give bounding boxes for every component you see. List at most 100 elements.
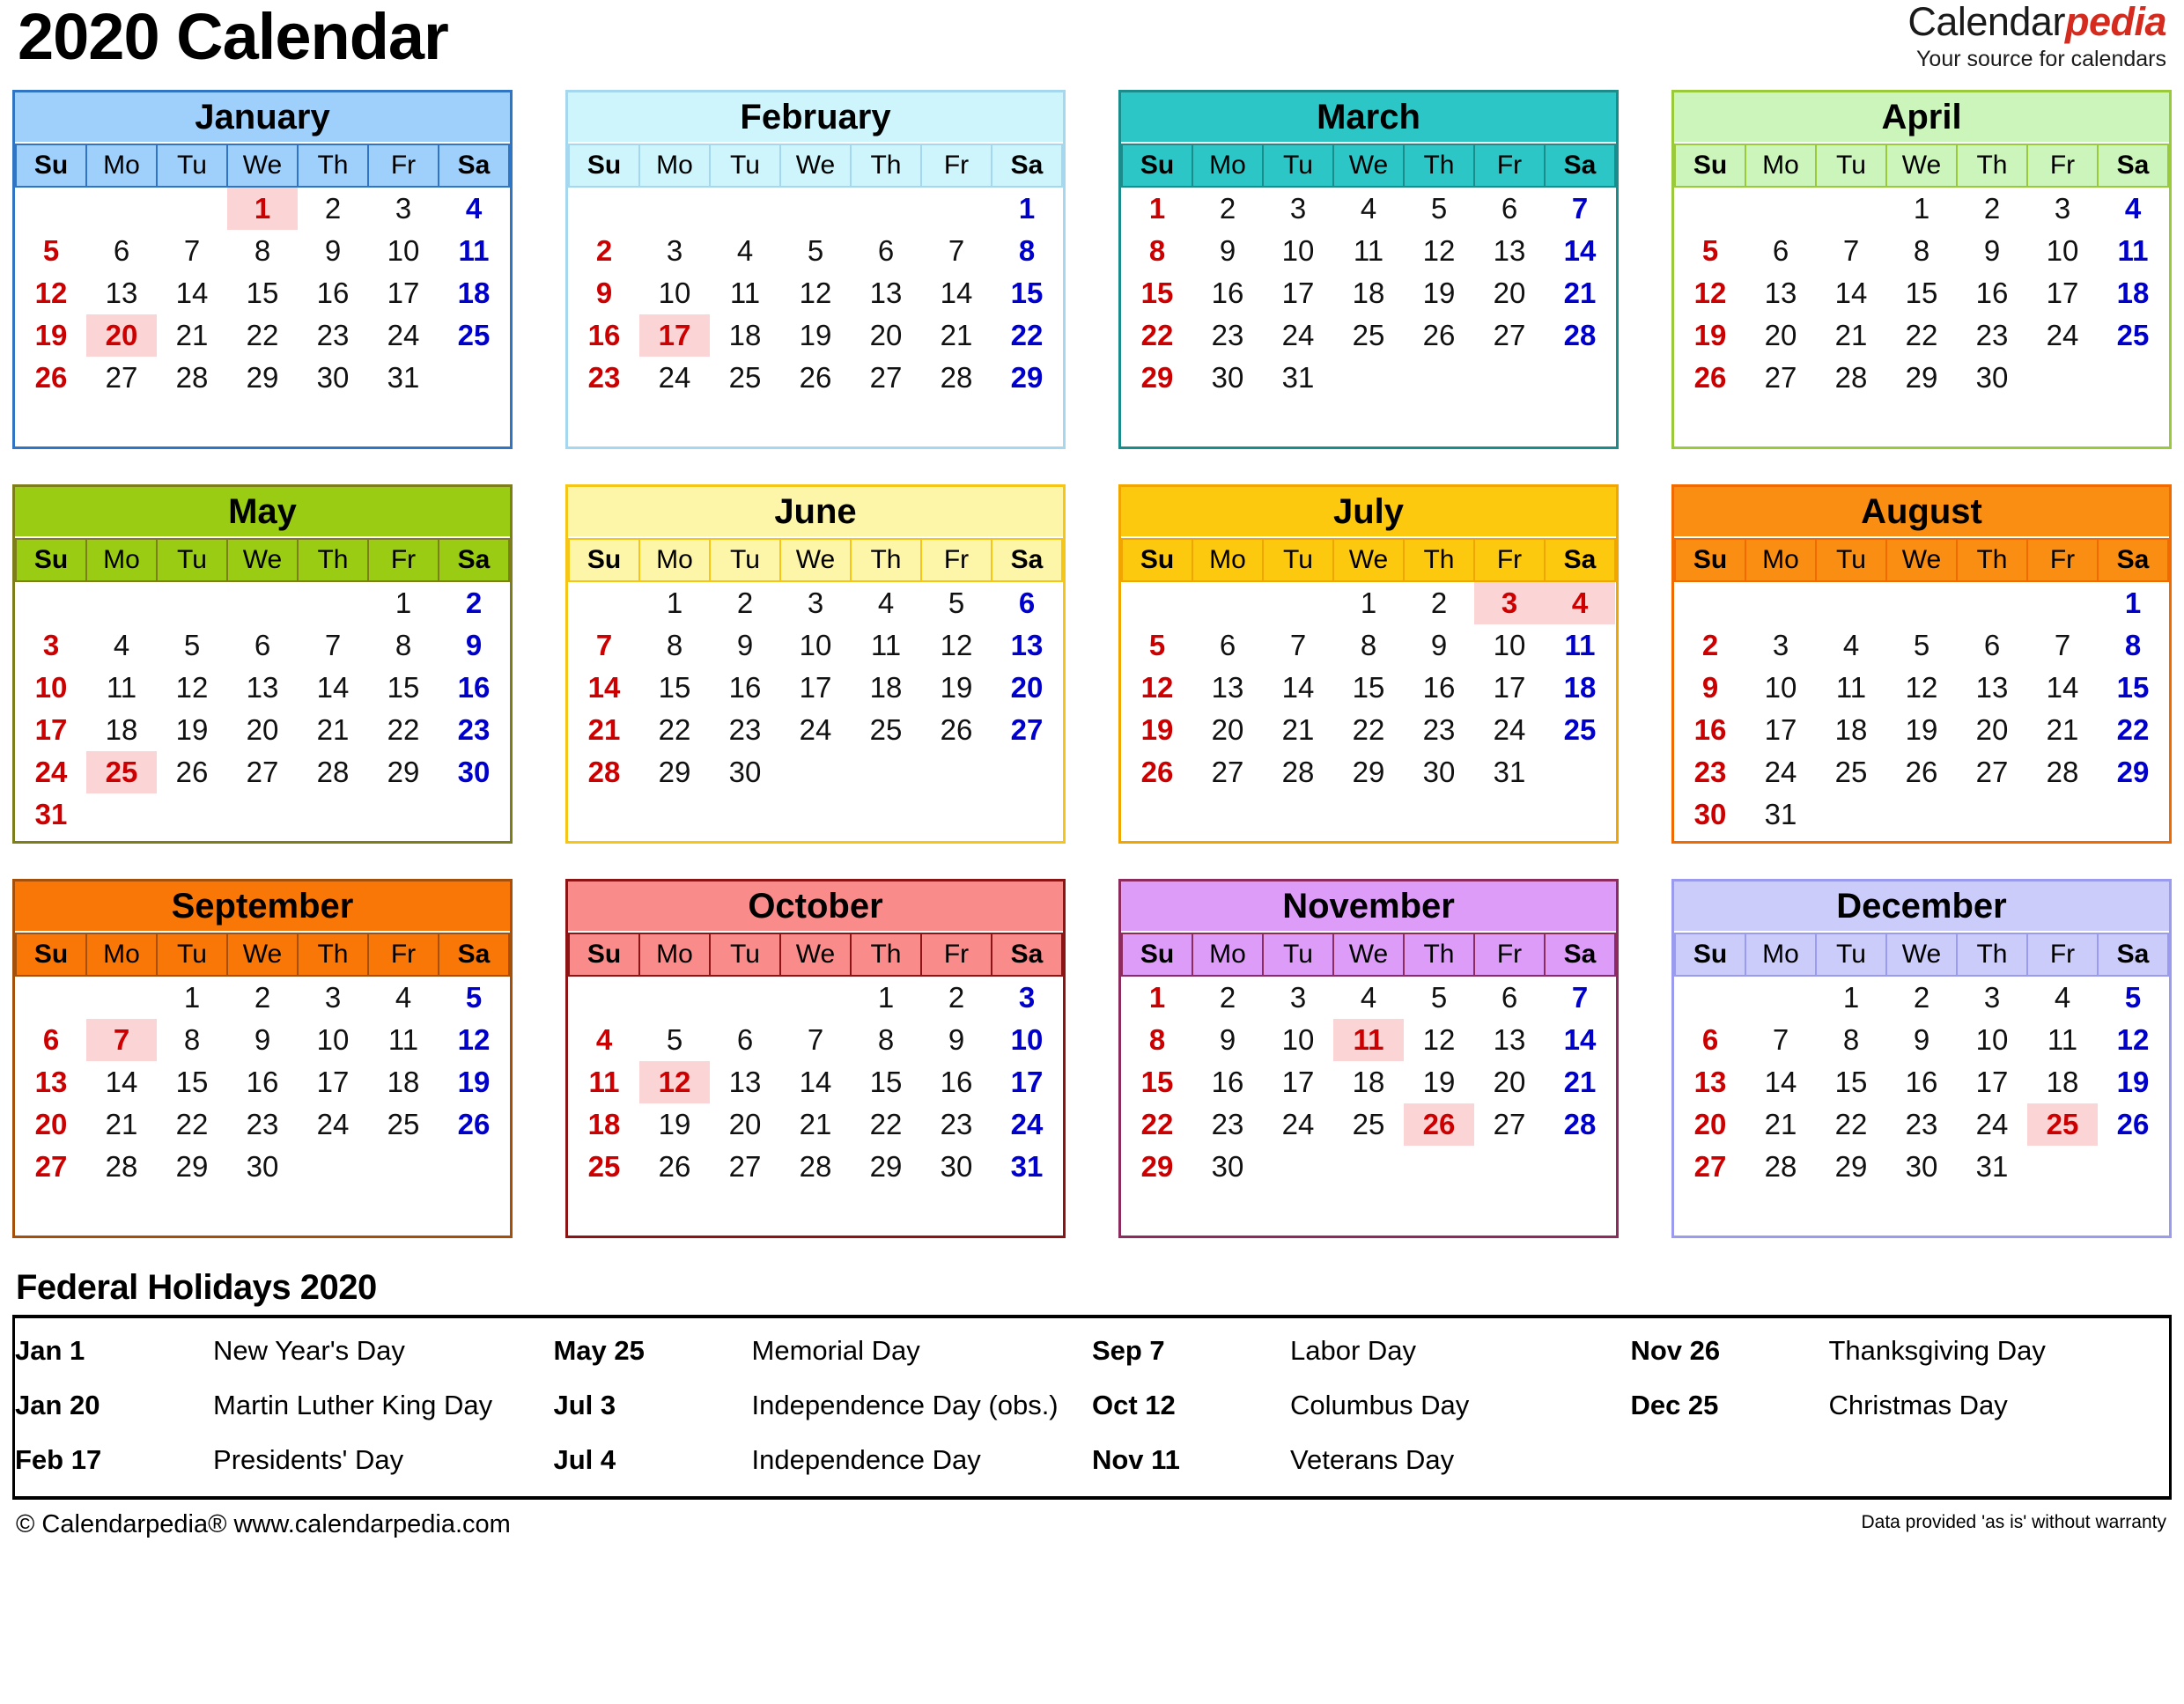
day-cell[interactable]: 7	[780, 1019, 851, 1061]
day-cell[interactable]: 21	[1816, 314, 1886, 357]
day-cell[interactable]: 14	[86, 1061, 157, 1103]
day-cell[interactable]: 29	[1122, 1146, 1192, 1188]
day-cell[interactable]: 18	[439, 272, 509, 314]
day-cell[interactable]: 11	[368, 1019, 439, 1061]
day-cell[interactable]: 20	[710, 1103, 780, 1146]
day-cell[interactable]: 7	[1816, 230, 1886, 272]
day-cell[interactable]: 13	[992, 624, 1062, 667]
day-cell[interactable]: 9	[298, 230, 368, 272]
day-cell[interactable]: 31	[1263, 357, 1333, 399]
day-cell[interactable]: 26	[780, 357, 851, 399]
day-cell[interactable]: 20	[16, 1103, 86, 1146]
day-cell[interactable]: 15	[1122, 272, 1192, 314]
day-cell[interactable]: 27	[851, 357, 921, 399]
day-cell[interactable]: 16	[227, 1061, 298, 1103]
day-cell[interactable]: 30	[1192, 357, 1263, 399]
day-cell[interactable]: 29	[639, 751, 710, 793]
day-cell[interactable]: 18	[1545, 667, 1615, 709]
day-cell[interactable]: 20	[1192, 709, 1263, 751]
day-cell[interactable]: 15	[1122, 1061, 1192, 1103]
day-cell[interactable]: 18	[1816, 709, 1886, 751]
day-cell[interactable]: 25	[2098, 314, 2168, 357]
day-cell[interactable]: 1	[1886, 187, 1957, 230]
day-cell[interactable]: 3	[368, 187, 439, 230]
day-cell[interactable]: 7	[569, 624, 639, 667]
day-cell[interactable]: 4	[2098, 187, 2168, 230]
day-cell[interactable]: 14	[780, 1061, 851, 1103]
day-cell[interactable]: 29	[851, 1146, 921, 1188]
day-cell[interactable]: 5	[1675, 230, 1745, 272]
day-cell[interactable]: 10	[1745, 667, 1816, 709]
day-cell[interactable]: 21	[298, 709, 368, 751]
day-cell[interactable]: 23	[1957, 314, 2027, 357]
day-cell[interactable]: 1	[227, 187, 298, 230]
day-cell[interactable]: 26	[639, 1146, 710, 1188]
day-cell[interactable]: 18	[2098, 272, 2168, 314]
day-cell[interactable]: 25	[569, 1146, 639, 1188]
day-cell[interactable]: 9	[439, 624, 509, 667]
day-cell[interactable]: 18	[710, 314, 780, 357]
day-cell[interactable]: 6	[86, 230, 157, 272]
day-cell[interactable]: 16	[439, 667, 509, 709]
day-cell[interactable]: 24	[1957, 1103, 2027, 1146]
day-cell[interactable]: 12	[780, 272, 851, 314]
day-cell[interactable]: 22	[1333, 709, 1404, 751]
day-cell[interactable]: 18	[368, 1061, 439, 1103]
day-cell[interactable]: 20	[1957, 709, 2027, 751]
day-cell[interactable]: 16	[710, 667, 780, 709]
day-cell[interactable]: 17	[1957, 1061, 2027, 1103]
day-cell[interactable]: 11	[1333, 1019, 1404, 1061]
day-cell[interactable]: 15	[851, 1061, 921, 1103]
day-cell[interactable]: 1	[851, 976, 921, 1019]
day-cell[interactable]: 25	[368, 1103, 439, 1146]
day-cell[interactable]: 30	[1957, 357, 2027, 399]
day-cell[interactable]: 16	[1886, 1061, 1957, 1103]
day-cell[interactable]: 20	[851, 314, 921, 357]
day-cell[interactable]: 29	[368, 751, 439, 793]
day-cell[interactable]: 2	[1675, 624, 1745, 667]
day-cell[interactable]: 14	[1545, 1019, 1615, 1061]
day-cell[interactable]: 24	[1263, 1103, 1333, 1146]
day-cell[interactable]: 4	[86, 624, 157, 667]
day-cell[interactable]: 8	[368, 624, 439, 667]
day-cell[interactable]: 10	[298, 1019, 368, 1061]
day-cell[interactable]: 11	[1545, 624, 1615, 667]
day-cell[interactable]: 3	[1263, 976, 1333, 1019]
day-cell[interactable]: 21	[780, 1103, 851, 1146]
day-cell[interactable]: 24	[16, 751, 86, 793]
day-cell[interactable]: 18	[2027, 1061, 2098, 1103]
day-cell[interactable]: 27	[992, 709, 1062, 751]
day-cell[interactable]: 29	[1333, 751, 1404, 793]
day-cell[interactable]: 2	[1957, 187, 2027, 230]
day-cell[interactable]: 8	[1122, 230, 1192, 272]
day-cell[interactable]: 7	[1263, 624, 1333, 667]
day-cell[interactable]: 3	[298, 976, 368, 1019]
day-cell[interactable]: 17	[639, 314, 710, 357]
day-cell[interactable]: 30	[1675, 793, 1745, 836]
day-cell[interactable]: 8	[1122, 1019, 1192, 1061]
day-cell[interactable]: 8	[157, 1019, 227, 1061]
day-cell[interactable]: 30	[921, 1146, 992, 1188]
day-cell[interactable]: 9	[1957, 230, 2027, 272]
day-cell[interactable]: 13	[851, 272, 921, 314]
day-cell[interactable]: 22	[639, 709, 710, 751]
day-cell[interactable]: 30	[298, 357, 368, 399]
day-cell[interactable]: 12	[157, 667, 227, 709]
day-cell[interactable]: 20	[992, 667, 1062, 709]
day-cell[interactable]: 27	[1675, 1146, 1745, 1188]
day-cell[interactable]: 27	[1192, 751, 1263, 793]
day-cell[interactable]: 18	[1333, 272, 1404, 314]
day-cell[interactable]: 11	[851, 624, 921, 667]
day-cell[interactable]: 9	[1675, 667, 1745, 709]
day-cell[interactable]: 6	[1745, 230, 1816, 272]
day-cell[interactable]: 15	[2098, 667, 2168, 709]
day-cell[interactable]: 19	[639, 1103, 710, 1146]
day-cell[interactable]: 25	[1333, 314, 1404, 357]
day-cell[interactable]: 3	[16, 624, 86, 667]
day-cell[interactable]: 13	[1957, 667, 2027, 709]
day-cell[interactable]: 16	[569, 314, 639, 357]
day-cell[interactable]: 14	[921, 272, 992, 314]
day-cell[interactable]: 9	[710, 624, 780, 667]
day-cell[interactable]: 3	[1957, 976, 2027, 1019]
day-cell[interactable]: 14	[157, 272, 227, 314]
